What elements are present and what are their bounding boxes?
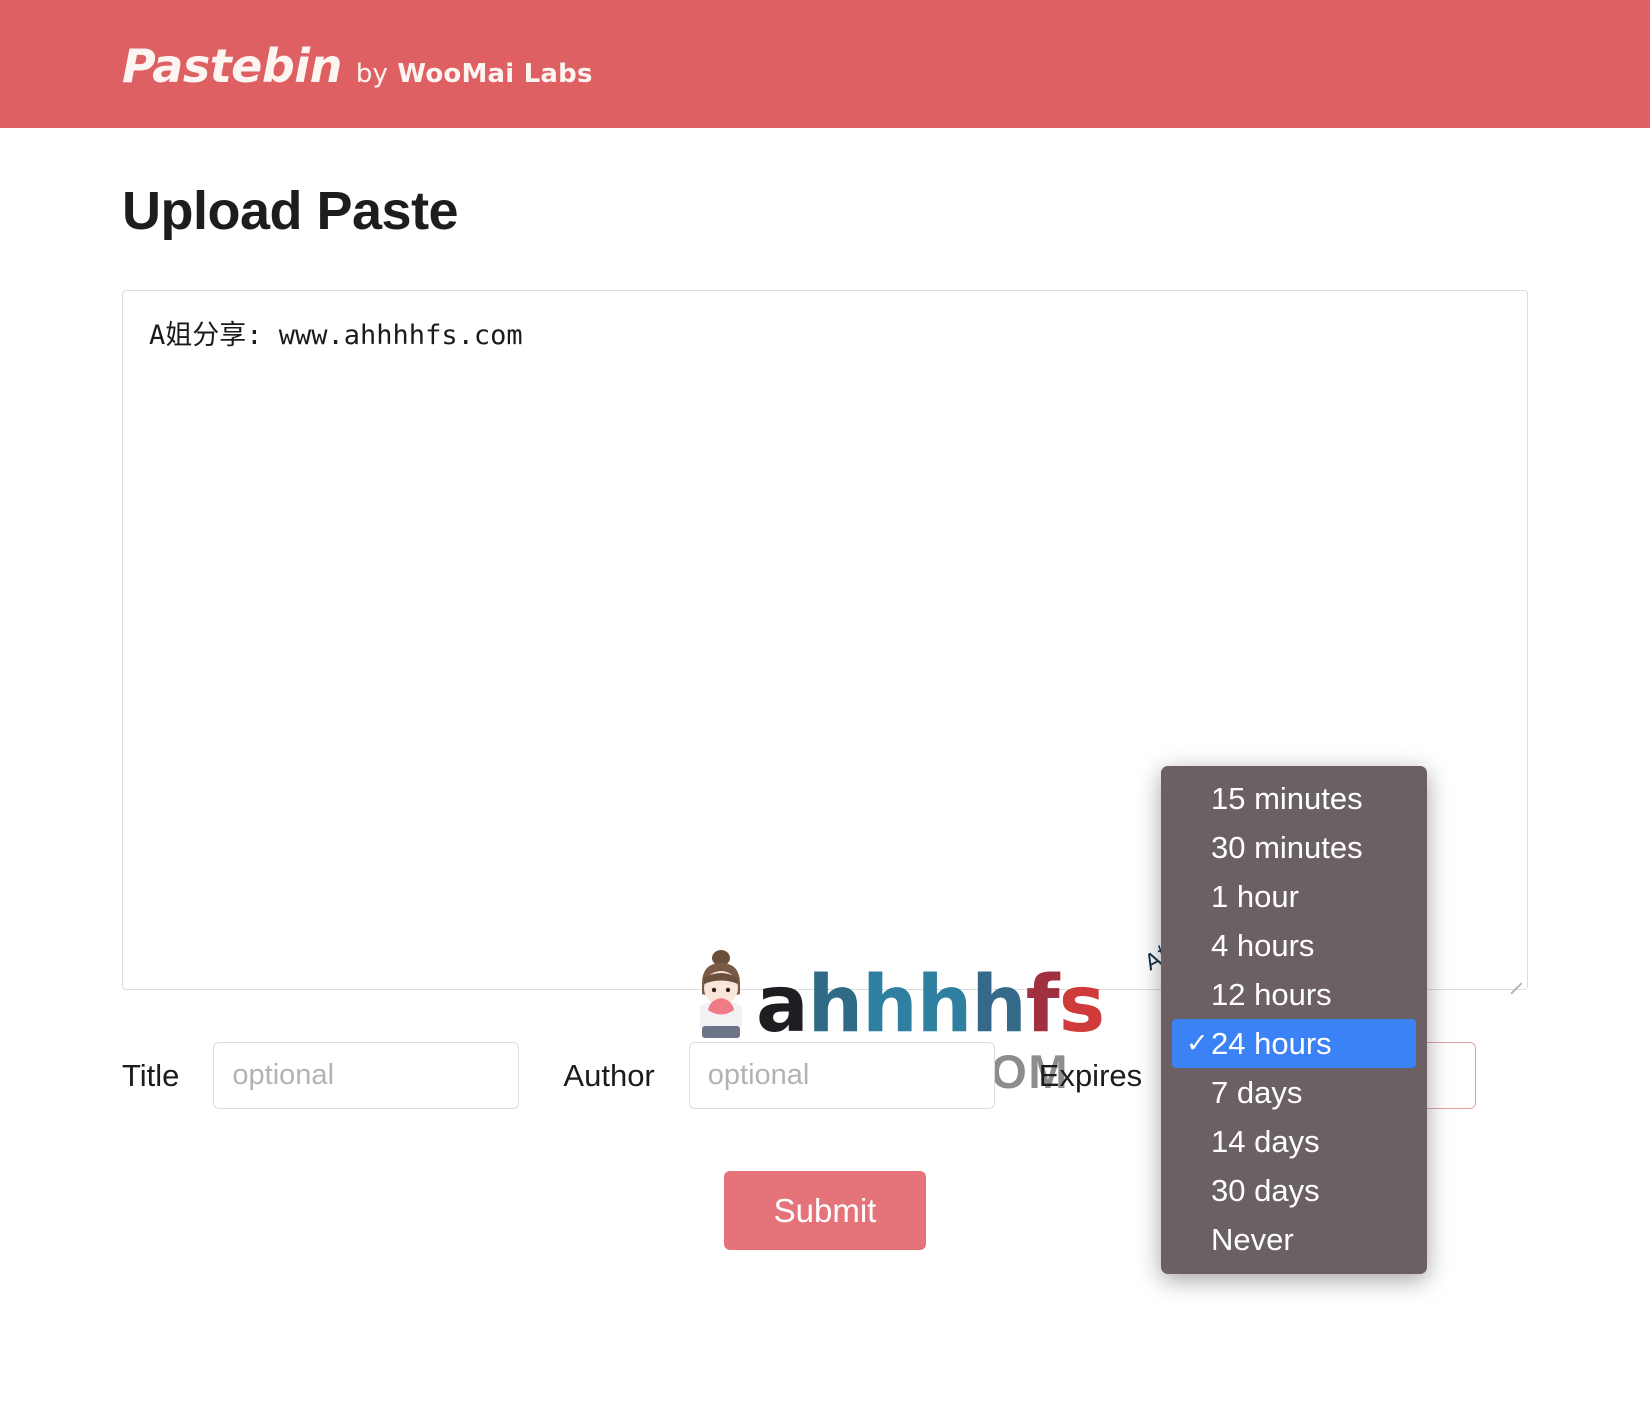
expires-option-never[interactable]: Never bbox=[1161, 1215, 1427, 1264]
expires-option-label: 7 days bbox=[1211, 1074, 1303, 1110]
expires-option-label: 4 hours bbox=[1211, 927, 1315, 963]
expires-option-label: 1 hour bbox=[1211, 878, 1299, 914]
expires-option-30-days[interactable]: 30 days bbox=[1161, 1166, 1427, 1215]
brand-logo[interactable]: Pastebin by WooMai Labs bbox=[122, 39, 593, 93]
page-title: Upload Paste bbox=[122, 181, 459, 241]
submit-button[interactable]: Submit bbox=[723, 1171, 927, 1250]
brand-owner: WooMai Labs bbox=[397, 59, 593, 89]
expires-option-label: 30 minutes bbox=[1211, 829, 1363, 865]
expires-option-label: 12 hours bbox=[1211, 976, 1332, 1012]
brand-by-word: by bbox=[355, 59, 389, 89]
expires-label: Expires bbox=[1038, 1057, 1143, 1093]
title-input[interactable] bbox=[213, 1042, 520, 1109]
expires-option-14-days[interactable]: 14 days bbox=[1161, 1117, 1427, 1166]
title-label: Title bbox=[122, 1057, 180, 1093]
expires-option-label: 30 days bbox=[1211, 1172, 1320, 1208]
expires-option-label: 14 days bbox=[1211, 1123, 1320, 1159]
expires-option-7-days[interactable]: 7 days bbox=[1161, 1068, 1427, 1117]
expires-option-label: 24 hours bbox=[1211, 1025, 1332, 1061]
app-header: Pastebin by WooMai Labs bbox=[0, 0, 1650, 128]
check-icon: ✓ bbox=[1186, 1028, 1209, 1058]
textarea-resize-handle[interactable] bbox=[1506, 968, 1522, 994]
expires-option-4-hours[interactable]: 4 hours bbox=[1161, 921, 1427, 970]
author-input[interactable] bbox=[688, 1042, 995, 1109]
expires-option-12-hours[interactable]: 12 hours bbox=[1161, 970, 1427, 1019]
expires-option-30-minutes[interactable]: 30 minutes bbox=[1161, 823, 1427, 872]
brand-subtitle: by WooMai Labs bbox=[356, 59, 593, 89]
author-label: Author bbox=[563, 1057, 655, 1093]
brand-name: Pastebin bbox=[122, 39, 342, 93]
expires-option-15-minutes[interactable]: 15 minutes bbox=[1161, 774, 1427, 823]
expires-option-label: 15 minutes bbox=[1211, 780, 1363, 816]
expires-dropdown-menu[interactable]: 15 minutes 30 minutes 1 hour 4 hours 12 hour… bbox=[1161, 766, 1427, 1274]
expires-option-24-hours[interactable]: ✓ 24 hours bbox=[1172, 1019, 1416, 1068]
expires-option-1-hour[interactable]: 1 hour bbox=[1161, 872, 1427, 921]
expires-option-label: Never bbox=[1211, 1221, 1294, 1257]
